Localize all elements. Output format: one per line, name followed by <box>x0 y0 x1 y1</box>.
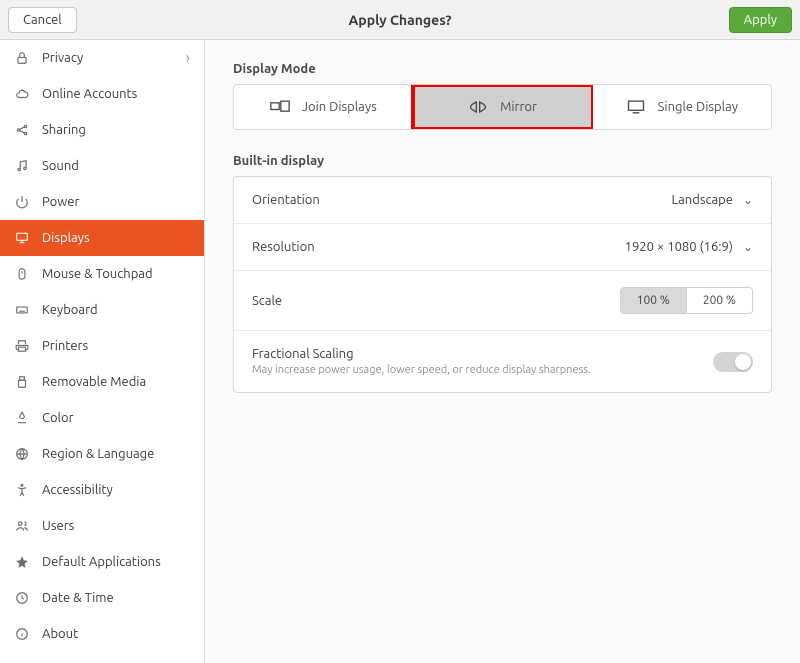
printer-icon <box>14 338 30 354</box>
header-title: Apply Changes? <box>348 12 451 28</box>
sidebar-item-color[interactable]: Color <box>0 400 204 436</box>
sidebar-item-online-accounts[interactable]: Online Accounts <box>0 76 204 112</box>
sidebar-item-users[interactable]: Users <box>0 508 204 544</box>
resolution-label: Resolution <box>252 240 315 254</box>
fractional-scaling-switch[interactable] <box>713 352 753 372</box>
cloud-icon <box>14 86 30 102</box>
sidebar-item-label: Sharing <box>42 123 86 137</box>
fractional-scaling-label: Fractional Scaling <box>252 347 591 361</box>
sidebar-item-label: Keyboard <box>42 303 98 317</box>
sidebar-item-label: Online Accounts <box>42 87 137 101</box>
sidebar-item-label: Region & Language <box>42 447 154 461</box>
sidebar-item-power[interactable]: Power <box>0 184 204 220</box>
mouse-icon <box>14 266 30 282</box>
scale-segment: 100 % 200 % <box>620 287 753 314</box>
sidebar-item-label: Removable Media <box>42 375 146 389</box>
sidebar-item-label: Accessibility <box>42 483 113 497</box>
sidebar-item-sharing[interactable]: Sharing <box>0 112 204 148</box>
builtin-display-panel: Orientation Landscape ⌄ Resolution 1920 … <box>233 176 772 393</box>
orientation-row[interactable]: Orientation Landscape ⌄ <box>234 177 771 224</box>
mode-label: Single Display <box>658 100 738 114</box>
color-icon <box>14 410 30 426</box>
header-bar: Cancel Apply Changes? Apply <box>0 0 800 40</box>
join-displays-icon <box>270 99 290 115</box>
usb-icon <box>14 374 30 390</box>
mode-single-display[interactable]: Single Display <box>593 85 771 129</box>
keyboard-icon <box>14 302 30 318</box>
sidebar-item-label: Privacy <box>42 51 83 65</box>
sidebar-item-default-applications[interactable]: Default Applications <box>0 544 204 580</box>
switch-knob <box>735 354 751 370</box>
sidebar-item-label: Date & Time <box>42 591 114 605</box>
display-mode-title: Display Mode <box>233 62 772 76</box>
sidebar-item-privacy[interactable]: Privacy › <box>0 40 204 76</box>
sidebar-item-mouse-touchpad[interactable]: Mouse & Touchpad <box>0 256 204 292</box>
single-display-icon <box>626 99 646 115</box>
sidebar: Privacy › Online Accounts Sharing Sound … <box>0 40 205 663</box>
clock-icon <box>14 590 30 606</box>
fractional-scaling-sub: May increase power usage, lower speed, o… <box>252 364 591 376</box>
users-icon <box>14 518 30 534</box>
sidebar-item-label: Users <box>42 519 74 533</box>
power-icon <box>14 194 30 210</box>
orientation-label: Orientation <box>252 193 320 207</box>
builtin-display-title: Built-in display <box>233 154 772 168</box>
chevron-down-icon: ⌄ <box>743 240 753 254</box>
sidebar-item-label: Printers <box>42 339 88 353</box>
sidebar-item-sound[interactable]: Sound <box>0 148 204 184</box>
display-icon <box>14 230 30 246</box>
sidebar-item-label: Color <box>42 411 74 425</box>
sidebar-item-keyboard[interactable]: Keyboard <box>0 292 204 328</box>
main-area: Display Mode Join Displays Mirror Single… <box>205 40 800 663</box>
sidebar-item-accessibility[interactable]: Accessibility <box>0 472 204 508</box>
display-mode-group: Join Displays Mirror Single Display <box>233 84 772 130</box>
music-icon <box>14 158 30 174</box>
scale-row: Scale 100 % 200 % <box>234 271 771 331</box>
accessibility-icon <box>14 482 30 498</box>
star-icon <box>14 554 30 570</box>
info-icon <box>14 626 30 642</box>
cancel-button[interactable]: Cancel <box>8 7 77 33</box>
content: Privacy › Online Accounts Sharing Sound … <box>0 40 800 663</box>
resolution-value: 1920 × 1080 (16:9) <box>625 240 733 254</box>
sidebar-item-label: About <box>42 627 78 641</box>
sidebar-item-label: Default Applications <box>42 555 161 569</box>
scale-100-button[interactable]: 100 % <box>621 288 687 313</box>
orientation-value: Landscape <box>671 193 732 207</box>
sidebar-item-label: Displays <box>42 231 90 245</box>
mode-mirror[interactable]: Mirror <box>413 85 592 129</box>
fractional-scaling-row: Fractional Scaling May increase power us… <box>234 331 771 392</box>
sidebar-item-region-language[interactable]: Region & Language <box>0 436 204 472</box>
sidebar-item-label: Power <box>42 195 79 209</box>
sidebar-item-removable-media[interactable]: Removable Media <box>0 364 204 400</box>
sidebar-item-date-time[interactable]: Date & Time <box>0 580 204 616</box>
chevron-right-icon: › <box>186 49 191 67</box>
resolution-row[interactable]: Resolution 1920 × 1080 (16:9) ⌄ <box>234 224 771 271</box>
sidebar-item-about[interactable]: About <box>0 616 204 652</box>
scale-label: Scale <box>252 294 282 308</box>
mode-label: Join Displays <box>302 100 377 114</box>
chevron-down-icon: ⌄ <box>743 193 753 207</box>
sidebar-item-printers[interactable]: Printers <box>0 328 204 364</box>
lock-icon <box>14 50 30 66</box>
sidebar-item-displays[interactable]: Displays <box>0 220 204 256</box>
mode-join-displays[interactable]: Join Displays <box>234 85 413 129</box>
mode-label: Mirror <box>500 100 537 114</box>
sidebar-item-label: Mouse & Touchpad <box>42 267 153 281</box>
mirror-icon <box>468 99 488 115</box>
scale-200-button[interactable]: 200 % <box>687 288 752 313</box>
globe-icon <box>14 446 30 462</box>
share-icon <box>14 122 30 138</box>
sidebar-item-label: Sound <box>42 159 79 173</box>
apply-button[interactable]: Apply <box>729 7 792 33</box>
